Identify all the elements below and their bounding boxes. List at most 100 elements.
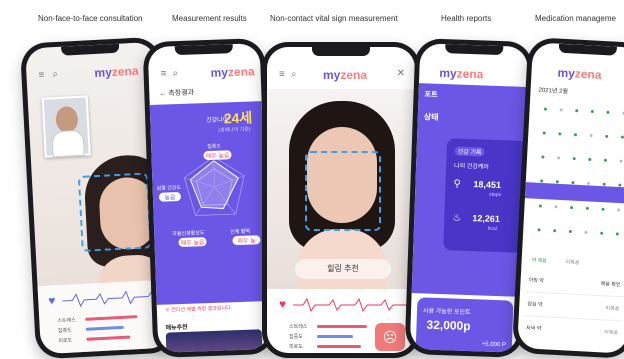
result-note: ※ 컨디션 레벨 측정 결과입니다. [164, 305, 233, 314]
calendar-month[interactable]: 2021년 2월 [538, 85, 568, 96]
radar-label-vitality: 신체 활력 [230, 228, 251, 236]
calendar-day-cell[interactable]: ● [538, 125, 550, 142]
results-title-bar: ← 측정결과 [149, 85, 261, 103]
radar-label-autonomic: 자율신경활성도 [172, 230, 205, 238]
phone-vital-sign: ≡ ⌕ myzena ✕ 힐링 추천 ♥ 스트레스 집중도 피로도 ☹ [262, 42, 420, 358]
list-item[interactable]: 저녁 약 미복용 [523, 316, 622, 345]
search-icon[interactable]: ⌕ [172, 68, 178, 79]
steps-value: 18,451 [473, 179, 502, 191]
search-icon[interactable]: ⌕ [291, 69, 297, 80]
calendar-day-cell[interactable]: ● [600, 128, 612, 145]
caption-consultation: Non-face-to-face consultation [38, 14, 143, 23]
med-status: 미복용 [604, 329, 619, 337]
calendar-day-cell[interactable]: ● [548, 223, 560, 240]
notch [558, 43, 617, 56]
med-name: 저녁 약 [525, 325, 542, 333]
calendar-day-cell[interactable]: ● [586, 103, 598, 120]
phone-medication: myzena 2021년 2월 ● ● ● ● ● ● ● ● ● ● ● ● ● ● ● ● ● ● ● ● ● ● ● ●… [511, 37, 624, 359]
calendar-day-cell[interactable]: ● [550, 199, 562, 216]
calendar-day-cell[interactable]: ● [595, 226, 607, 243]
flame-icon: ♨ [452, 212, 462, 224]
calendar-day-cell[interactable]: ● [617, 105, 624, 122]
calendar-day-cell[interactable]: ● [612, 202, 624, 219]
vital-label-focus: 집중도 [57, 327, 72, 335]
close-icon[interactable]: ✕ [397, 68, 405, 79]
calendar-day-cell[interactable]: ● [555, 102, 567, 119]
calendar-day-cell[interactable]: ● [539, 101, 551, 118]
calories-unit: kcal [487, 225, 497, 232]
points-title: 사용 가능한 포인트 [422, 308, 471, 317]
medication-calendar: ● ● ● ● ● ● ● ● ● ● ● ● ● ● ● ● ● ● ● ● ● ● ● ● ● ● ● ● ● ● ● ● ● ● ● ● [528, 97, 624, 252]
calendar-day-cell[interactable]: ● [565, 200, 577, 217]
calendar-day-cell[interactable]: ● [533, 222, 545, 239]
legend-missed: 미복용 [565, 259, 580, 267]
stress-bar [317, 325, 367, 328]
phone-measurement-results: ≡ ⌕ myzena ← 측정결과 건강나이 24세 (생체나이 기준) 집중도 [142, 37, 276, 359]
points-sub: +5,000 P [481, 341, 506, 349]
calendar-day-cell[interactable]: ● [584, 152, 596, 169]
calendar-day-cell[interactable]: ● [611, 226, 623, 243]
calendar-day-cell[interactable]: ● [552, 150, 564, 167]
med-name: 아침 약 [528, 277, 544, 285]
doctor-coat [51, 129, 85, 158]
radar-tag-focus: 매우 높음 [203, 150, 232, 161]
points-value: 32,000p [426, 317, 471, 334]
calendar-day-cell[interactable]: ● [585, 128, 597, 145]
calendar-day-cell[interactable]: ● [537, 149, 549, 166]
walking-icon: ⚲ [453, 178, 461, 190]
face-detection-box [77, 172, 152, 252]
points-card[interactable]: 사용 가능한 포인트 32,000p +5,000 P [415, 297, 514, 353]
radar-tag-autonomic: 매우 높음 [178, 237, 207, 248]
health-care-card[interactable]: 건강 기록 나의 건강케어 ⚲ 18,451 steps ♨ 12,261 kc… [443, 138, 528, 253]
med-name: 점심 약 [527, 301, 543, 309]
back-arrow-icon[interactable]: ← [159, 90, 166, 97]
brand-logo: myzena [210, 64, 255, 80]
med-status: 복용 확인 [600, 281, 621, 289]
calories-value: 12,261 [472, 213, 500, 225]
caption-health-reports: Health reports [441, 14, 492, 23]
notch [174, 44, 233, 56]
menu-recommend-card[interactable] [165, 329, 263, 353]
calendar-day-cell[interactable]: ● [616, 129, 624, 146]
calendar-day-cell[interactable]: ● [534, 198, 546, 215]
vital-label-focus: 집중도 [289, 334, 303, 340]
calendar-day-cell[interactable]: ● [568, 151, 580, 168]
radar-tag-vitality: 매우 높 [232, 235, 261, 246]
doctor-video[interactable] [41, 95, 91, 158]
calendar-day-cell[interactable]: ● [581, 200, 593, 217]
search-icon[interactable]: ⌕ [52, 69, 58, 80]
steps-unit: steps [489, 191, 502, 199]
brand-logo: myzena [323, 68, 368, 82]
radar-label-focus: 집중도 [207, 143, 222, 151]
calendar-day-cell[interactable]: ● [554, 126, 566, 143]
healing-recommend-button[interactable]: 힐링 추천 [295, 259, 391, 279]
calendar-day-cell[interactable]: ● [615, 153, 624, 170]
calendar-day-cell[interactable]: ● [569, 127, 581, 144]
menu-icon[interactable]: ≡ [38, 70, 44, 81]
notch [445, 44, 504, 56]
calendar-day-cell[interactable]: ● [570, 102, 582, 119]
vital-label-fatigue: 피로도 [58, 337, 73, 345]
brand-logo: myzena [557, 65, 602, 82]
menu-icon[interactable]: ≡ [160, 68, 166, 79]
caption-measurement-results: Measurement results [172, 14, 247, 23]
doctor-avatar-icon [55, 105, 79, 134]
page-title: 측정결과 [168, 89, 195, 98]
calendar-day-cell[interactable]: ● [599, 153, 611, 170]
calendar-day-cell[interactable]: ● [564, 224, 576, 241]
fatigue-bar [86, 335, 131, 341]
menu-icon[interactable]: ≡ [279, 69, 285, 80]
calendar-day-cell[interactable]: ● [602, 104, 614, 121]
report-state: 상태 [423, 112, 439, 122]
focus-bar [85, 325, 124, 331]
report-tab: 포트 [424, 91, 438, 99]
menu-recommend-label: 메뉴추천 [165, 324, 188, 332]
radar-tag-heart: 높음 [158, 191, 182, 202]
heart-icon: ♥ [279, 297, 287, 311]
heart-icon: ♥ [47, 293, 56, 308]
face-detection-box [305, 151, 381, 231]
legend-taken: 약 복용 [531, 257, 547, 265]
mood-emoji-icon[interactable]: ☹ [375, 323, 405, 351]
calendar-day-cell[interactable]: ● [597, 201, 609, 218]
calendar-day-cell[interactable]: ● [580, 225, 592, 242]
